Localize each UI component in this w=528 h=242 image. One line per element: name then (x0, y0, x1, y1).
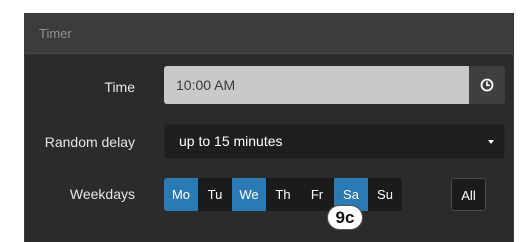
random-delay-select[interactable]: up to 15 minutes (164, 124, 505, 159)
day-sunday[interactable]: Su (368, 178, 402, 211)
clock-button[interactable] (469, 66, 505, 104)
day-wednesday[interactable]: We (232, 178, 266, 211)
caret-down-icon (488, 140, 494, 144)
random-delay-value: up to 15 minutes (179, 133, 283, 149)
random-delay-label: Random delay (44, 134, 135, 150)
day-thursday[interactable]: Th (266, 178, 300, 211)
time-label: Time (104, 79, 135, 95)
time-input[interactable]: 10:00 AM (164, 66, 469, 104)
day-monday[interactable]: Mo (164, 178, 198, 211)
all-days-button[interactable]: All (451, 178, 486, 211)
day-friday[interactable]: Fr (300, 178, 334, 211)
timer-panel: Timer Time 10:00 AM Random delay up to 1… (24, 13, 514, 242)
weekdays-label: Weekdays (69, 186, 135, 202)
panel-title: Timer (25, 14, 513, 54)
day-tuesday[interactable]: Tu (198, 178, 232, 211)
clock-icon (480, 78, 494, 92)
annotation-badge: 9c (327, 205, 363, 230)
weekday-toggle-group: Mo Tu We Th Fr Sa Su (164, 178, 402, 211)
